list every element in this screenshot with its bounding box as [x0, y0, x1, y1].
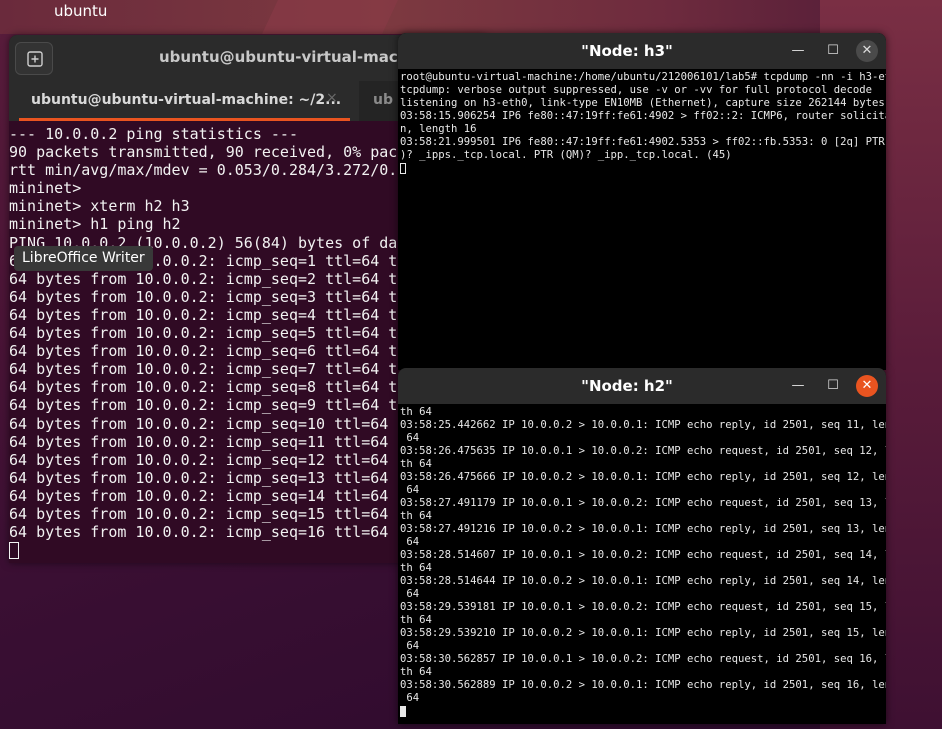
close-button[interactable]: ✕ [856, 375, 878, 397]
tab-close-icon[interactable]: × [326, 90, 338, 106]
terminal-line: 03:58:15.906254 IP6 fe80::47:19ff:fe61:4… [400, 110, 886, 122]
terminal-line: n, length 16 [400, 123, 477, 135]
terminal-line: th 64 [400, 406, 432, 418]
tab-label: ub [373, 92, 393, 108]
window-title: "Node: h3" [581, 42, 673, 60]
terminal-line: th 64 [400, 614, 432, 626]
maximize-button[interactable]: ☐ [822, 375, 844, 397]
tab-label: ubuntu@ubuntu-virtual-machine: ~/2... [31, 92, 342, 108]
terminal-line: 64 [400, 432, 420, 444]
text-cursor [9, 542, 19, 560]
terminal-line: 64 [400, 484, 420, 496]
text-cursor [400, 705, 406, 717]
terminal-line: th 64 [400, 458, 432, 470]
terminal-line: 03:58:28.514644 IP 10.0.0.2 > 10.0.0.1: … [400, 575, 886, 587]
terminal-line: 03:58:28.514607 IP 10.0.0.1 > 10.0.0.2: … [400, 549, 886, 561]
terminal-line: th 64 [400, 510, 432, 522]
terminal-line: 64 [400, 692, 420, 704]
taskbar-tooltip: LibreOffice Writer [14, 246, 153, 271]
terminal-line: 64 [400, 640, 420, 652]
xterm-titlebar[interactable]: "Node: h2" — ☐ ✕ [398, 368, 886, 404]
terminal-line: 03:58:26.475635 IP 10.0.0.1 > 10.0.0.2: … [400, 445, 886, 457]
cursor-line [400, 705, 886, 718]
terminal-line: 03:58:25.442662 IP 10.0.0.2 > 10.0.0.1: … [400, 419, 886, 431]
xterm-output[interactable]: root@ubuntu-virtual-machine:/home/ubuntu… [398, 69, 886, 175]
terminal-line: 03:58:27.491216 IP 10.0.0.2 > 10.0.0.1: … [400, 523, 886, 535]
window-title: "Node: h2" [581, 377, 673, 395]
terminal-line: 03:58:26.475666 IP 10.0.0.2 > 10.0.0.1: … [400, 471, 886, 483]
terminal-line: 03:58:30.562857 IP 10.0.0.1 > 10.0.0.2: … [400, 653, 886, 665]
maximize-button[interactable]: ☐ [822, 40, 844, 62]
terminal-line: 03:58:30.562889 IP 10.0.0.2 > 10.0.0.1: … [400, 679, 886, 691]
new-tab-icon [27, 51, 43, 67]
desktop-top-bar [0, 0, 942, 34]
minimize-button[interactable]: — [787, 375, 809, 397]
terminal-line: listening on h3-eth0, link-type EN10MB (… [400, 97, 885, 109]
minimize-button[interactable]: — [787, 40, 809, 62]
terminal-line: 03:58:27.491179 IP 10.0.0.1 > 10.0.0.2: … [400, 497, 886, 509]
terminal-line: root@ubuntu-virtual-machine:/home/ubuntu… [400, 71, 886, 83]
terminal-line: 03:58:29.539181 IP 10.0.0.1 > 10.0.0.2: … [400, 601, 886, 613]
terminal-line: 64 [400, 536, 420, 548]
desktop-top-label: ubuntu [54, 2, 108, 20]
xterm-titlebar[interactable]: "Node: h3" — ☐ ✕ [398, 33, 886, 69]
xterm-output[interactable]: th 64 03:58:25.442662 IP 10.0.0.2 > 10.0.… [398, 404, 886, 718]
terminal-line: 03:58:29.539210 IP 10.0.0.2 > 10.0.0.1: … [400, 627, 886, 639]
close-button[interactable]: ✕ [856, 40, 878, 62]
new-tab-button[interactable] [15, 42, 53, 75]
xterm-window-h2[interactable]: "Node: h2" — ☐ ✕ th 64 03:58:25.442662 IP… [398, 368, 886, 724]
wallpaper-shape [262, 0, 398, 34]
tab-terminal-1[interactable]: ubuntu@ubuntu-virtual-machine: ~/2... × [9, 81, 359, 121]
terminal-line: )? _ipps._tcp.local. PTR (QM)? _ipp._tcp… [400, 149, 732, 161]
terminal-line: th 64 [400, 562, 432, 574]
terminal-line: 64 [400, 588, 420, 600]
text-cursor [400, 162, 406, 174]
terminal-line: tcpdump: verbose output suppressed, use … [400, 84, 872, 96]
cursor-line [400, 162, 886, 175]
xterm-window-h3[interactable]: "Node: h3" — ☐ ✕ root@ubuntu-virtual-mac… [398, 33, 886, 370]
terminal-line: th 64 [400, 666, 432, 678]
terminal-line: 03:58:21.999501 IP6 fe80::47:19ff:fe61:4… [400, 136, 886, 148]
